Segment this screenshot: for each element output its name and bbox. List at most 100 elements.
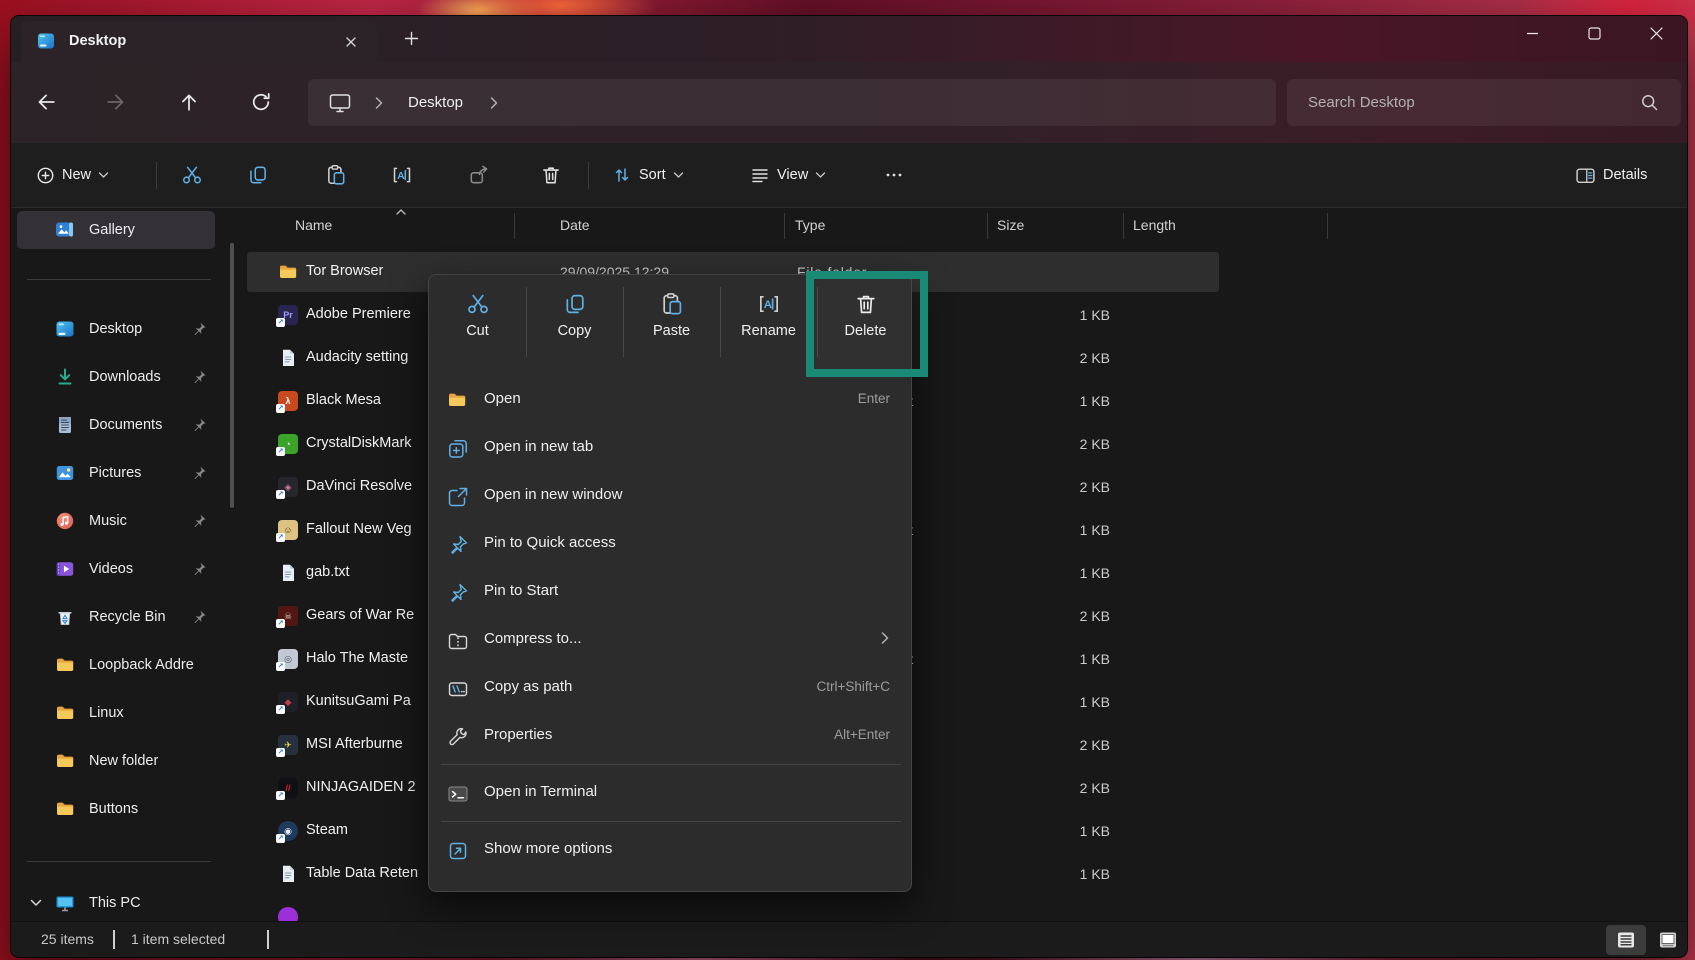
context-menu-item-label: Open in new tab	[484, 438, 593, 455]
sidebar-item-pictures[interactable]: Pictures	[17, 454, 215, 492]
paste-button[interactable]	[315, 156, 357, 194]
thumbnail-view-toggle[interactable]	[1648, 925, 1687, 955]
sidebar-item-music[interactable]: Music	[17, 502, 215, 540]
address-bar[interactable]: Desktop	[308, 79, 1276, 126]
sidebar-item-recycle-bin[interactable]: Recycle Bin	[17, 598, 215, 636]
sidebar-item-label: Recycle Bin	[89, 609, 166, 625]
column-header-name[interactable]: Name	[295, 217, 332, 233]
file-icon: Pr↗	[278, 305, 298, 325]
context-menu-item-label: Compress to...	[484, 630, 582, 647]
command-bar: New A Sort View	[11, 143, 1687, 208]
file-icon: //↗	[278, 778, 298, 798]
quick-action-label: Copy	[558, 323, 592, 339]
sidebar-item-desktop[interactable]: Desktop	[17, 310, 215, 348]
context-quick-copy[interactable]: Copy	[526, 275, 623, 369]
context-menu-item-open-in-new-window[interactable]: Open in new window	[434, 473, 908, 521]
context-quick-rename[interactable]: A Rename	[720, 275, 817, 369]
cut-icon	[181, 164, 203, 186]
new-button[interactable]: New	[27, 156, 118, 194]
new-tab-button[interactable]	[399, 26, 425, 52]
app-glyph: ◆	[285, 697, 292, 708]
details-pane-button[interactable]: Details	[1566, 156, 1656, 194]
file-size: 2 KB	[1010, 436, 1110, 452]
details-view-toggle[interactable]	[1606, 925, 1646, 955]
context-menu-item-properties[interactable]: Properties Alt+Enter	[434, 713, 908, 761]
context-menu-item-open-in-new-tab[interactable]: Open in new tab	[434, 425, 908, 473]
this-pc-monitor-icon[interactable]	[328, 92, 352, 114]
column-header-length[interactable]: Length	[1133, 217, 1176, 233]
sidebar-item-this-pc[interactable]: This PC	[17, 884, 215, 922]
sidebar-item-loopback-addre[interactable]: Loopback Addre	[17, 646, 215, 684]
context-menu-item-label: Open in new window	[484, 486, 622, 503]
app-icon: ◉↗	[278, 821, 298, 841]
sidebar-item-documents[interactable]: Documents	[17, 406, 215, 444]
context-quick-cut[interactable]: Cut	[429, 275, 526, 369]
cut-button[interactable]	[171, 156, 213, 194]
maximize-button[interactable]	[1563, 16, 1625, 50]
paste-icon	[325, 164, 347, 186]
file-size: 1 KB	[1010, 522, 1110, 538]
file-name: CrystalDiskMark	[306, 435, 412, 451]
rename-button[interactable]: A	[381, 156, 423, 194]
file-size: 2 KB	[1010, 479, 1110, 495]
forward-button[interactable]	[99, 84, 135, 120]
app-glyph: ◈	[285, 482, 292, 493]
rename-icon: A	[391, 164, 413, 186]
refresh-button[interactable]	[243, 84, 279, 120]
tab-desktop[interactable]: Desktop	[21, 21, 377, 62]
minimize-button[interactable]	[1501, 16, 1563, 50]
file-name: Gears of War Re	[306, 607, 414, 623]
context-menu-item-label: Pin to Start	[484, 582, 558, 599]
shortcut-arrow-badge: ↗	[276, 533, 285, 542]
file-name: MSI Afterburne	[306, 736, 403, 752]
sidebar-item-videos[interactable]: Videos	[17, 550, 215, 588]
search-box[interactable]: Search Desktop	[1287, 79, 1681, 126]
sort-button[interactable]: Sort	[603, 156, 693, 194]
context-menu-item-open-in-terminal[interactable]: Open in Terminal	[434, 770, 908, 818]
breadcrumb-chevron-icon-2[interactable]	[489, 96, 499, 110]
context-menu-item-pin-to-start[interactable]: Pin to Start	[434, 569, 908, 617]
column-header-type[interactable]: Type	[795, 217, 825, 233]
sidebar-item-linux[interactable]: Linux	[17, 694, 215, 732]
app-glyph: ◔	[285, 439, 290, 449]
music-icon	[55, 511, 75, 531]
column-header-size[interactable]: Size	[997, 217, 1024, 233]
file-size: 2 KB	[1010, 737, 1110, 753]
up-button[interactable]	[171, 84, 207, 120]
close-button[interactable]	[1625, 16, 1687, 50]
context-menu-item-label: Pin to Quick access	[484, 534, 616, 551]
sidebar-item-downloads[interactable]: Downloads	[17, 358, 215, 396]
copy-button[interactable]	[237, 156, 279, 194]
context-quick-paste[interactable]: Paste	[623, 275, 720, 369]
sidebar-item-gallery[interactable]: Gallery	[17, 211, 215, 249]
column-header-date[interactable]: Date	[560, 217, 590, 233]
sidebar-item-buttons[interactable]: Buttons	[17, 790, 215, 828]
back-button[interactable]	[27, 84, 63, 120]
context-menu-item-open[interactable]: Open Enter	[434, 377, 908, 425]
context-menu-item-copy-as-path[interactable]: Copy as path Ctrl+Shift+C	[434, 665, 908, 713]
tab-close-icon[interactable]	[339, 30, 363, 54]
chevron-down-icon	[815, 171, 826, 179]
view-button-label: View	[777, 167, 808, 183]
file-icon	[278, 348, 298, 368]
sort-arrows-icon	[612, 165, 632, 185]
delete-button[interactable]	[530, 156, 572, 194]
share-button[interactable]	[458, 156, 500, 194]
search-icon[interactable]	[1640, 93, 1659, 112]
more-options-button[interactable]	[873, 156, 915, 194]
file-name: gab.txt	[306, 564, 350, 580]
chevron-down-icon[interactable]	[29, 896, 43, 910]
window-controls	[1501, 16, 1687, 50]
context-menu-item-pin-to-quick-access[interactable]: Pin to Quick access	[434, 521, 908, 569]
shortcut-arrow-badge: ↗	[276, 318, 285, 327]
view-button[interactable]: View	[741, 156, 835, 194]
sidebar-item-label: Linux	[89, 705, 124, 721]
context-menu-item-compress-to-[interactable]: Compress to...	[434, 617, 908, 665]
breadcrumb-desktop[interactable]: Desktop	[408, 94, 463, 111]
sidebar-scrollbar[interactable]	[230, 243, 234, 508]
app-icon: ◔↗	[278, 434, 298, 454]
sidebar-item-label: Pictures	[89, 465, 141, 481]
sidebar-item-new-folder[interactable]: New folder	[17, 742, 215, 780]
pin-icon	[191, 465, 207, 481]
context-menu-item-show-more-options[interactable]: Show more options	[434, 827, 908, 875]
